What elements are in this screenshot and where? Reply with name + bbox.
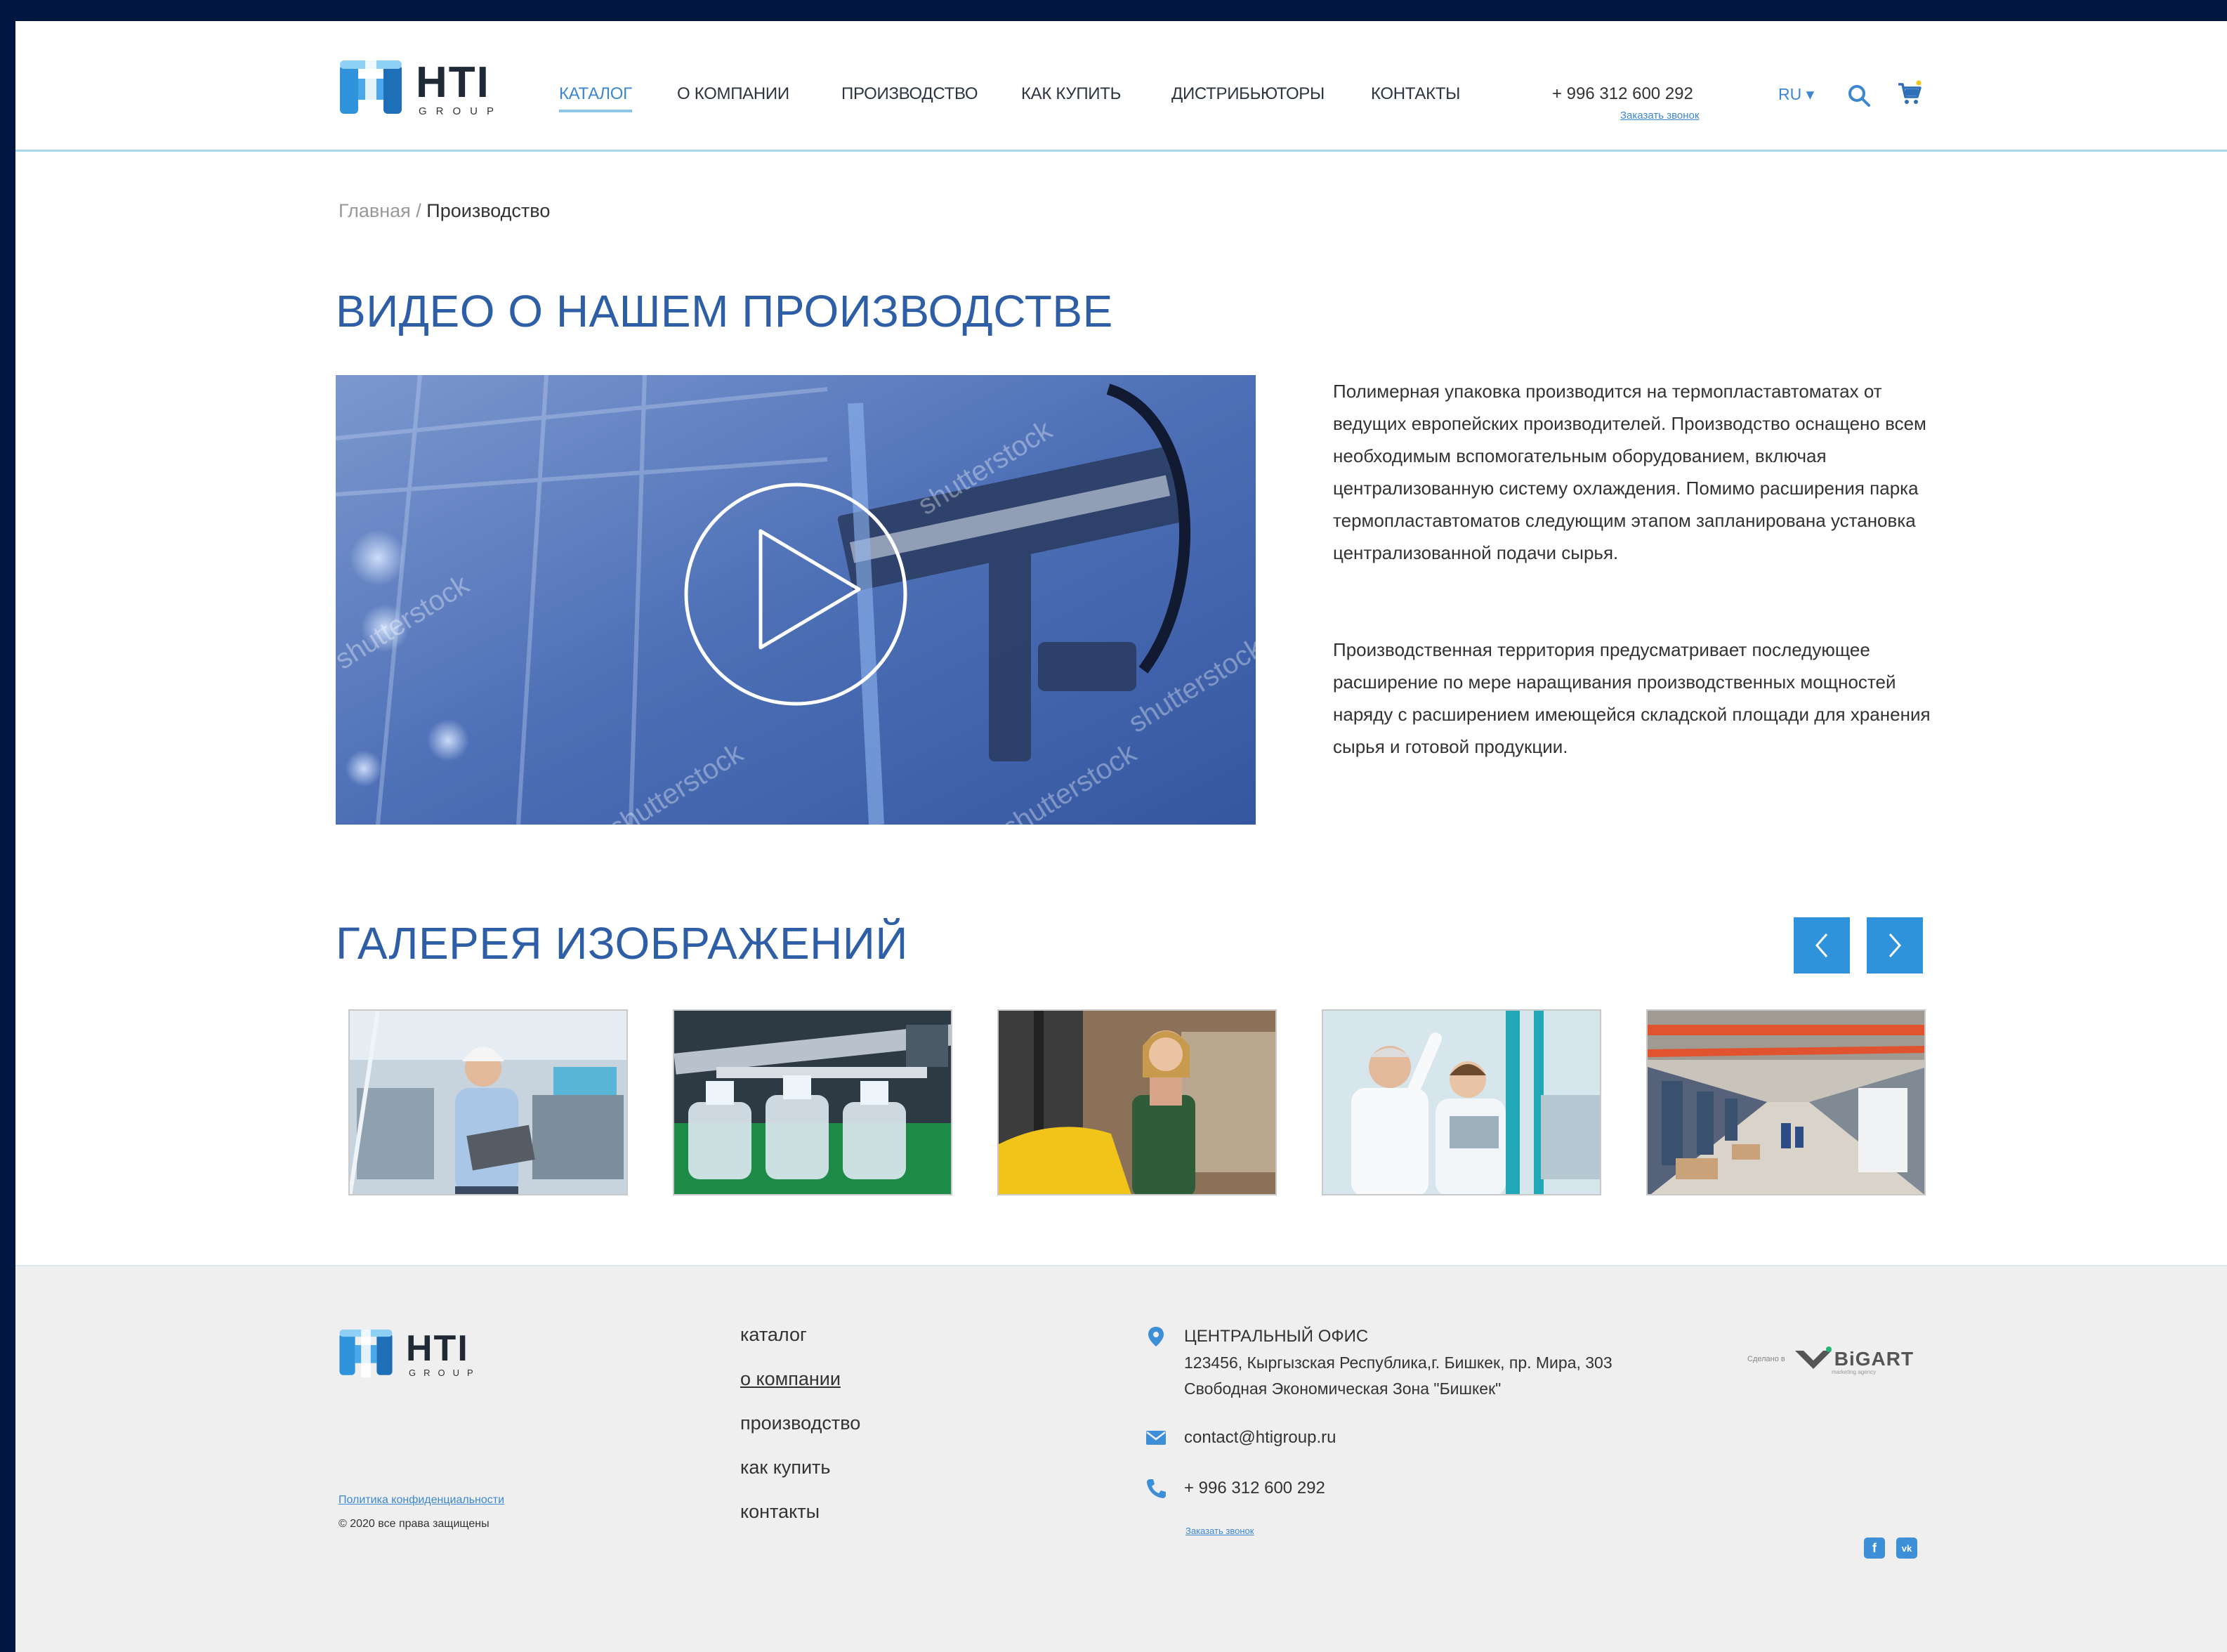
video-player[interactable]: shutterstock shutterstock shutterstock s… bbox=[336, 375, 1256, 825]
footer-logo-subtext: GROUP bbox=[409, 1367, 481, 1378]
site-footer: HTI GROUP Политика конфиденциальности © … bbox=[15, 1265, 2227, 1652]
logo-subtext: GROUP bbox=[419, 105, 504, 117]
cart-icon[interactable] bbox=[1896, 80, 1923, 107]
gallery-image-worker-forklift[interactable] bbox=[997, 1009, 1277, 1195]
vk-icon[interactable]: vk bbox=[1896, 1538, 1917, 1559]
production-text-2: Производственная территория предусматрив… bbox=[1333, 639, 1931, 757]
nav-about[interactable]: О КОМПАНИИ bbox=[677, 84, 789, 104]
header-callback-link[interactable]: Заказать звонок bbox=[1620, 110, 1699, 122]
footer-link-how-to-buy[interactable]: как купить bbox=[740, 1457, 831, 1479]
location-pin-icon bbox=[1148, 1327, 1164, 1346]
office-title: ЦЕНТРАЛЬНЫЙ ОФИС bbox=[1184, 1327, 1369, 1346]
gallery-image-engineers-coats[interactable] bbox=[1322, 1009, 1601, 1195]
footer-logo[interactable]: HTI GROUP bbox=[337, 1327, 481, 1380]
made-by-brand: BiGART bbox=[1834, 1348, 1914, 1370]
footer-phone[interactable]: + 996 312 600 292 bbox=[1184, 1479, 1325, 1498]
made-by-badge[interactable]: Сделано в BiGART marketing agency bbox=[1747, 1345, 1914, 1375]
video-preview-image: shutterstock shutterstock shutterstock s… bbox=[336, 375, 1256, 825]
page: HTI GROUP КАТАЛОГ О КОМПАНИИ ПРОИЗВОДСТВ… bbox=[15, 21, 2227, 1652]
footer-logo-text: HTI bbox=[406, 1328, 469, 1369]
nav-distributors[interactable]: ДИСТРИБЬЮТОРЫ bbox=[1171, 84, 1325, 104]
footer-link-production[interactable]: производство bbox=[740, 1412, 860, 1434]
nav-catalog[interactable]: КАТАЛОГ bbox=[559, 84, 632, 112]
bigart-logo-icon bbox=[1794, 1346, 1832, 1369]
header-phone[interactable]: + 996 312 600 292 bbox=[1552, 84, 1693, 104]
footer-link-about[interactable]: о компании bbox=[740, 1368, 841, 1390]
nav-how-to-buy[interactable]: КАК КУПИТЬ bbox=[1021, 84, 1121, 104]
phone-icon bbox=[1147, 1479, 1166, 1498]
footer-email[interactable]: contact@htigroup.ru bbox=[1184, 1428, 1336, 1448]
office-address-line2: Свободная Экономическая Зона "Бишкек" bbox=[1184, 1379, 1502, 1398]
gallery-next-button[interactable] bbox=[1867, 917, 1923, 973]
language-select[interactable]: RU ▾ bbox=[1778, 85, 1814, 104]
made-by-label: Сделано в bbox=[1747, 1355, 1785, 1363]
gallery-prev-button[interactable] bbox=[1794, 917, 1850, 973]
gallery-image-engineer-laptop[interactable] bbox=[348, 1009, 628, 1195]
gallery-title: ГАЛЕРЕЯ ИЗОБРАЖЕНИЙ bbox=[336, 918, 908, 969]
privacy-policy-link[interactable]: Политика конфиденциальности bbox=[339, 1494, 504, 1507]
footer-link-catalog[interactable]: каталог bbox=[740, 1324, 807, 1346]
nav-production[interactable]: ПРОИЗВОДСТВО bbox=[841, 84, 978, 104]
video-section-title: ВИДЕО О НАШЕМ ПРОИЗВОДСТВЕ bbox=[336, 286, 1113, 336]
logo[interactable]: HTI GROUP bbox=[337, 58, 503, 119]
copyright: © 2020 все права защищены bbox=[339, 1518, 490, 1530]
logo-mark-icon bbox=[339, 1329, 393, 1378]
production-text-1: Полимерная упаковка производится на терм… bbox=[1333, 381, 1926, 563]
footer-callback-link[interactable]: Заказать звонок bbox=[1185, 1526, 1254, 1536]
gallery-image-plastic-bottles[interactable] bbox=[673, 1009, 952, 1195]
logo-text: HTI bbox=[416, 58, 490, 107]
footer-link-contacts[interactable]: контакты bbox=[740, 1501, 820, 1523]
nav-contacts[interactable]: КОНТАКТЫ bbox=[1371, 84, 1460, 104]
office-address-line1: 123456, Кыргызская Республика,г. Бишкек,… bbox=[1184, 1353, 1612, 1372]
search-icon[interactable] bbox=[1846, 83, 1872, 108]
breadcrumb-current: Производство bbox=[426, 200, 551, 221]
facebook-icon[interactable]: f bbox=[1864, 1538, 1885, 1559]
email-icon bbox=[1146, 1431, 1166, 1445]
chevron-left-icon bbox=[1815, 933, 1828, 957]
gallery-image-factory-hall[interactable] bbox=[1646, 1009, 1926, 1195]
breadcrumb-home[interactable]: Главная bbox=[339, 200, 411, 221]
site-header: HTI GROUP КАТАЛОГ О КОМПАНИИ ПРОИЗВОДСТВ… bbox=[15, 21, 2227, 152]
breadcrumb-separator: / bbox=[410, 200, 427, 221]
breadcrumb: Главная / Производство bbox=[339, 200, 550, 222]
chevron-right-icon bbox=[1888, 933, 1901, 957]
made-by-sub: marketing agency bbox=[1832, 1369, 1877, 1375]
logo-mark-icon bbox=[340, 60, 402, 117]
